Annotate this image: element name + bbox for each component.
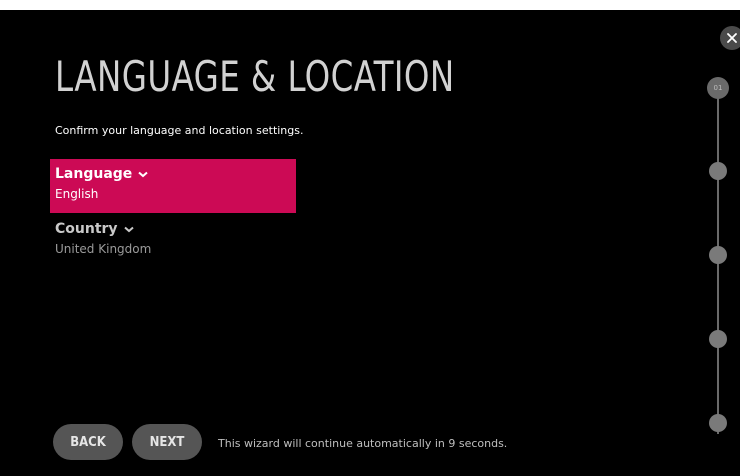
step-indicator-current: 01	[707, 77, 729, 99]
country-value: United Kingdom	[55, 242, 152, 256]
step-indicator	[709, 162, 727, 180]
language-label-row: Language	[55, 165, 296, 183]
page-title: LANGUAGE & LOCATION	[55, 52, 455, 101]
chevron-down-icon	[138, 171, 148, 177]
wizard-screen: LANGUAGE & LOCATION Confirm your languag…	[0, 10, 740, 476]
next-button[interactable]: NEXT	[132, 424, 202, 460]
back-button[interactable]: BACK	[53, 424, 123, 460]
language-setting[interactable]: Language English	[50, 159, 296, 213]
step-indicator	[709, 246, 727, 264]
close-icon	[727, 33, 737, 43]
chevron-down-icon	[123, 226, 134, 232]
language-value: English	[55, 187, 99, 201]
language-label: Language	[55, 166, 133, 182]
auto-continue-message: This wizard will continue automatically …	[218, 437, 508, 450]
country-label-row: Country	[55, 220, 296, 238]
step-indicator	[709, 330, 727, 348]
country-setting[interactable]: Country United Kingdom	[50, 214, 296, 268]
step-indicator	[709, 414, 727, 432]
page-subtitle: Confirm your language and location setti…	[55, 124, 304, 137]
country-label: Country	[55, 221, 118, 237]
close-button[interactable]	[720, 26, 740, 50]
